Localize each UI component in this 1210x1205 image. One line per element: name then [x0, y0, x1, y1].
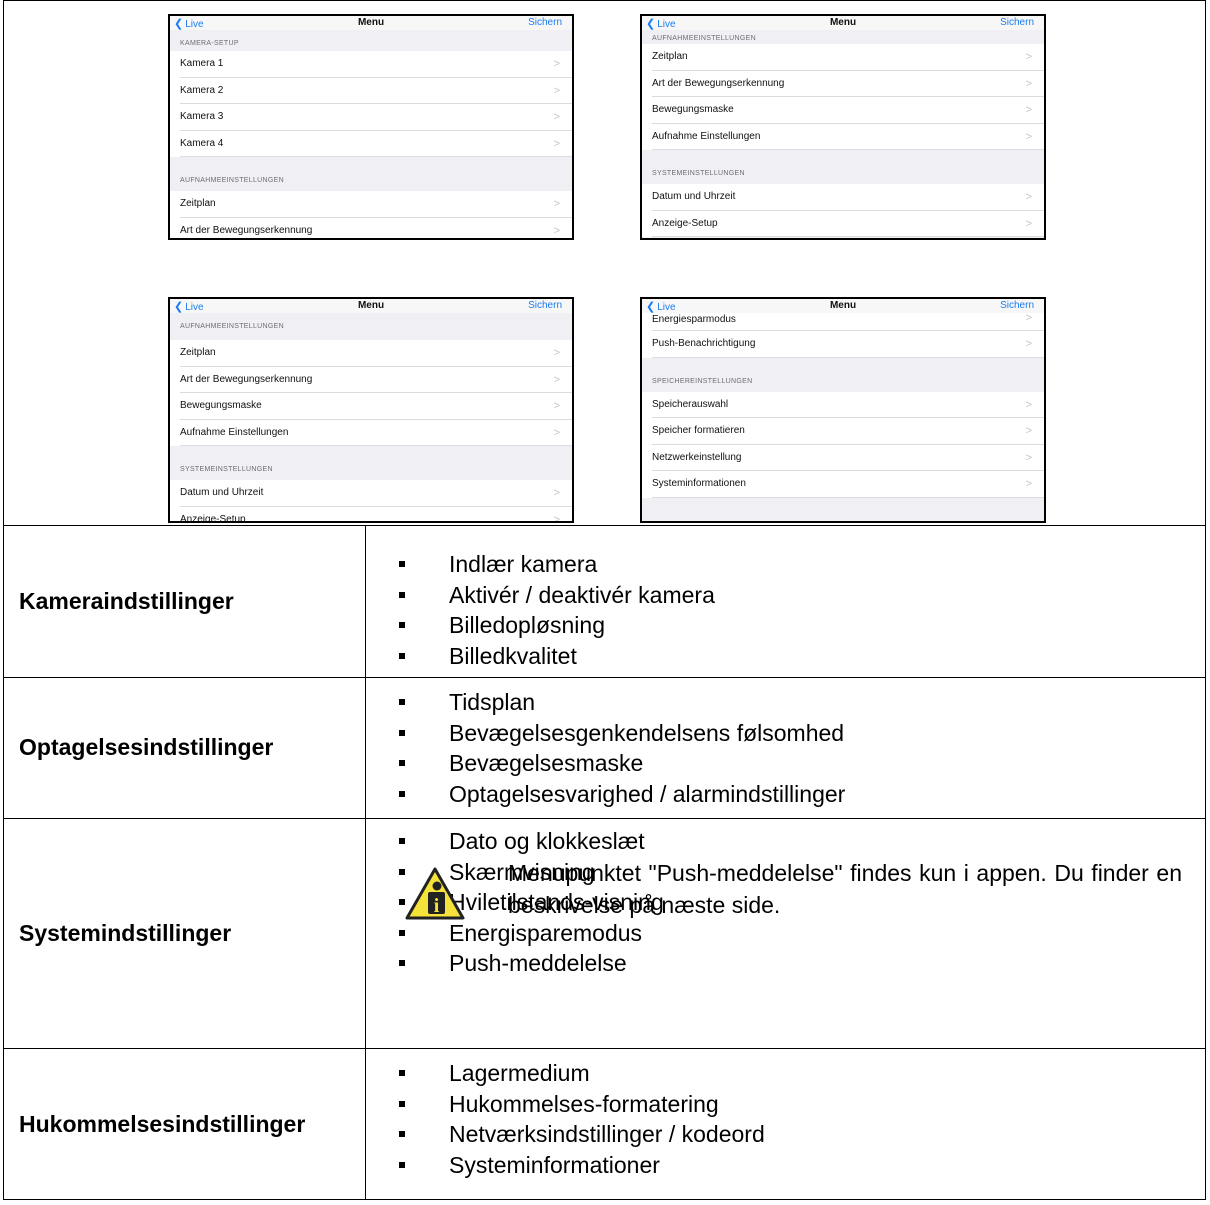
list-item: Hukommelses-formatering — [376, 1089, 765, 1120]
chevron-right-icon: > — [1025, 425, 1032, 437]
menu-row[interactable]: Zeitplan > — [170, 340, 572, 367]
list-item: Optagelsesvarighed / alarmindstillinger — [376, 779, 845, 810]
settings-list: Tidsplan Bevægelsesgenkendelsens følsomh… — [376, 687, 845, 809]
nav-title: Menu — [829, 17, 857, 28]
nav-bar: ❮ Live Menu Sichern — [642, 16, 1044, 30]
list-item: Bevægelsesgenkendelsens følsomhed — [376, 718, 845, 749]
menu-row[interactable]: Anzeige-Setup > — [170, 506, 572, 523]
menu-row[interactable]: Energiesparmodus > — [642, 313, 1044, 331]
list-item: Billedkvalitet — [376, 641, 715, 672]
svg-text:i: i — [434, 895, 440, 917]
category-label: Kameraindstillinger — [19, 587, 234, 614]
chevron-right-icon: > — [1025, 77, 1032, 90]
list-item: Energisparemodus — [376, 918, 664, 949]
chevron-right-icon: > — [1025, 104, 1032, 116]
chevron-right-icon: > — [1025, 478, 1032, 490]
menu-row[interactable]: Datum und Uhrzeit > — [642, 184, 1044, 211]
nav-bar: ❮ Live Menu Sichern — [642, 299, 1044, 313]
chevron-right-icon: > — [1025, 217, 1032, 230]
category-label: Hukommelsesindstillinger — [19, 1110, 306, 1137]
chevron-right-icon: > — [1025, 338, 1032, 350]
chevron-right-icon: > — [1025, 130, 1032, 143]
settings-list: Lagermedium Hukommelses-formatering Netv… — [376, 1058, 765, 1180]
section-header: SYSTEMEINSTELLUNGEN — [180, 466, 273, 473]
menu-row[interactable]: Systeminformationen > — [642, 471, 1044, 498]
save-button[interactable]: Sichern — [1000, 17, 1034, 28]
chevron-right-icon: > — [1025, 312, 1032, 324]
list-item: Indlær kamera — [376, 549, 715, 580]
menu-row[interactable]: Speicherauswahl > — [642, 391, 1044, 418]
chevron-right-icon: > — [553, 58, 560, 70]
menu-row[interactable]: Aufnahme Einstellungen > — [170, 419, 572, 446]
menu-row[interactable]: Kamera 4 > — [170, 130, 572, 157]
menu-row[interactable]: Kamera 1 > — [170, 51, 572, 78]
list-item: Lagermedium — [376, 1058, 765, 1089]
chevron-right-icon: > — [1025, 51, 1032, 63]
section-header: AUFNAHMEEINSTELLUNGEN — [652, 35, 756, 42]
section-header: SYSTEMEINSTELLUNGEN — [652, 170, 745, 177]
menu-row[interactable]: Art der Bewegungserkennung > — [642, 70, 1044, 97]
menu-row[interactable]: Kamera 2 > — [170, 77, 572, 104]
menu-row[interactable]: Bewegungsmaske > — [170, 393, 572, 420]
nav-title: Menu — [357, 17, 385, 28]
chevron-right-icon: > — [553, 84, 560, 97]
list-item: Billedopløsning — [376, 610, 715, 641]
save-button[interactable]: Sichern — [528, 300, 562, 311]
app-screenshot-camera-setup: ❮ Live Menu Sichern KAMERA-SETUP Kamera 1… — [168, 14, 574, 240]
chevron-right-icon: > — [1025, 451, 1032, 464]
section-header: AUFNAHMEEINSTELLUNGEN — [180, 323, 284, 330]
menu-row[interactable]: Bewegungsmaske > — [642, 97, 1044, 124]
app-screenshot-recording-settings: ❮ Live Menu Sichern AUFNAHMEEINSTELLUNGEN… — [640, 14, 1046, 240]
nav-title: Menu — [829, 300, 857, 311]
info-note: Menupunktet "Push-meddelelse" findes kun… — [508, 860, 1182, 918]
menu-row[interactable]: Kamera 3 > — [170, 104, 572, 131]
list-item: Aktivér / deaktivér kamera — [376, 580, 715, 611]
chevron-right-icon: > — [553, 111, 560, 123]
chevron-right-icon: > — [553, 347, 560, 359]
chevron-right-icon: > — [553, 198, 560, 210]
menu-row[interactable]: Art der Bewegungserkennung > — [170, 217, 572, 238]
menu-row[interactable]: Netzwerkeinstellung > — [642, 444, 1044, 471]
chevron-right-icon: > — [553, 224, 560, 237]
nav-title: Menu — [357, 300, 385, 311]
list-item: Systeminformationer — [376, 1150, 765, 1181]
chevron-right-icon: > — [553, 487, 560, 499]
menu-row[interactable]: Aufnahme Einstellungen > — [642, 123, 1044, 150]
menu-row[interactable]: Speicher formatieren > — [642, 418, 1044, 445]
menu-row[interactable]: Art der Bewegungserkennung > — [170, 366, 572, 393]
list-item: Push-meddelelse — [376, 948, 664, 979]
app-screenshot-recording-settings: ❮ Live Menu Sichern AUFNAHMEEINSTELLUNGEN… — [168, 297, 574, 523]
list-item: Netværksindstillinger / kodeord — [376, 1119, 765, 1150]
column-divider — [365, 525, 366, 1200]
list-item: Tidsplan — [376, 687, 845, 718]
save-button[interactable]: Sichern — [1000, 300, 1034, 311]
chevron-right-icon: > — [553, 513, 560, 523]
chevron-right-icon: > — [553, 373, 560, 386]
save-button[interactable]: Sichern — [528, 17, 562, 28]
menu-row[interactable]: Zeitplan > — [170, 191, 572, 218]
section-header: SPEICHEREINSTELLUNGEN — [652, 377, 753, 385]
menu-row[interactable]: Zeitplan > — [642, 44, 1044, 71]
settings-list: Indlær kamera Aktivér / deaktivér kamera… — [376, 549, 715, 671]
chevron-right-icon: > — [553, 426, 560, 439]
list-item: Dato og klokkeslæt — [376, 826, 664, 857]
nav-bar: ❮ Live Menu Sichern — [170, 16, 572, 30]
nav-bar: ❮ Live Menu Sichern — [170, 299, 572, 313]
app-screenshot-storage-settings: ❮ Live Menu Sichern Energiesparmodus > Pus… — [640, 297, 1046, 523]
menu-row[interactable]: Datum und Uhrzeit > — [170, 480, 572, 507]
category-label: Systemindstillinger — [19, 919, 232, 946]
chevron-right-icon: > — [553, 400, 560, 412]
menu-row[interactable]: Push-Benachrichtigung > — [642, 331, 1044, 358]
warning-info-icon: i — [405, 867, 465, 920]
chevron-right-icon: > — [553, 137, 560, 150]
section-header: KAMERA-SETUP — [180, 40, 239, 47]
section-header: AUFNAHMEEINSTELLUNGEN — [180, 177, 284, 184]
category-label: Optagelsesindstillinger — [19, 734, 274, 760]
list-item: Bevægelsesmaske — [376, 748, 845, 779]
chevron-right-icon: > — [1025, 398, 1032, 411]
menu-row[interactable]: Anzeige-Setup > — [642, 210, 1044, 237]
chevron-right-icon: > — [1025, 191, 1032, 203]
